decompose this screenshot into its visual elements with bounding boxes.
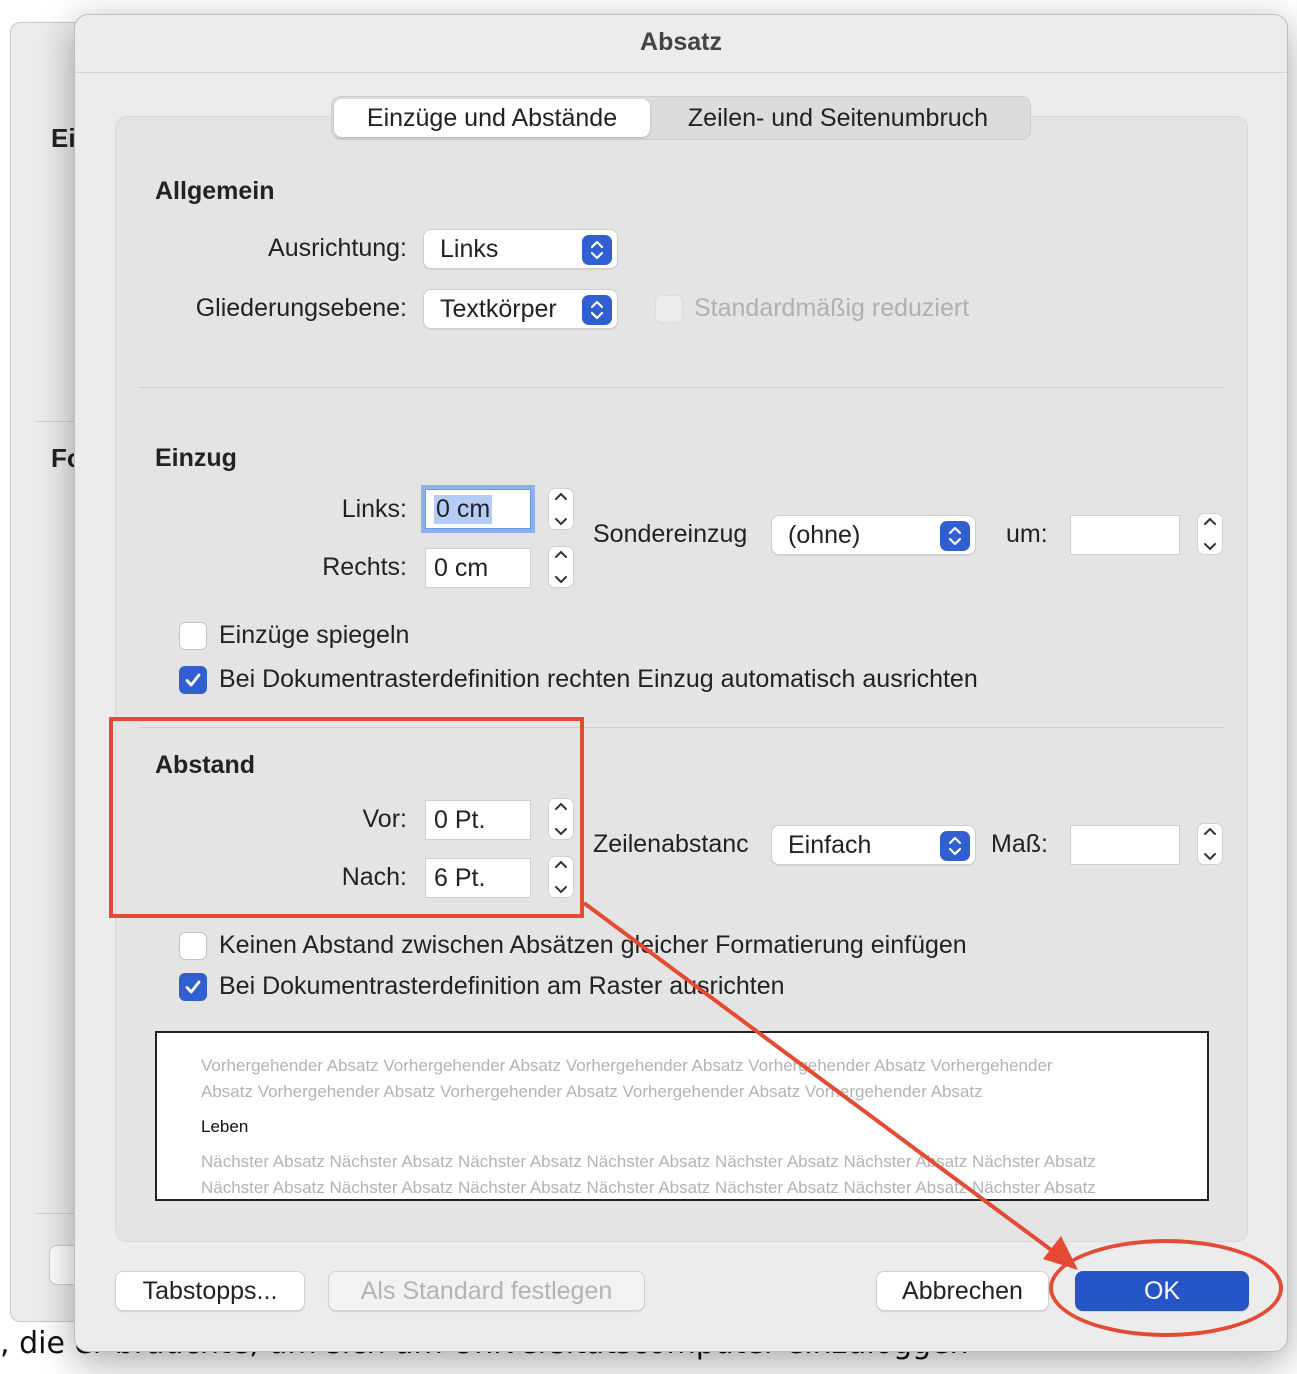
- annotation-arrow-icon: [582, 901, 1078, 1270]
